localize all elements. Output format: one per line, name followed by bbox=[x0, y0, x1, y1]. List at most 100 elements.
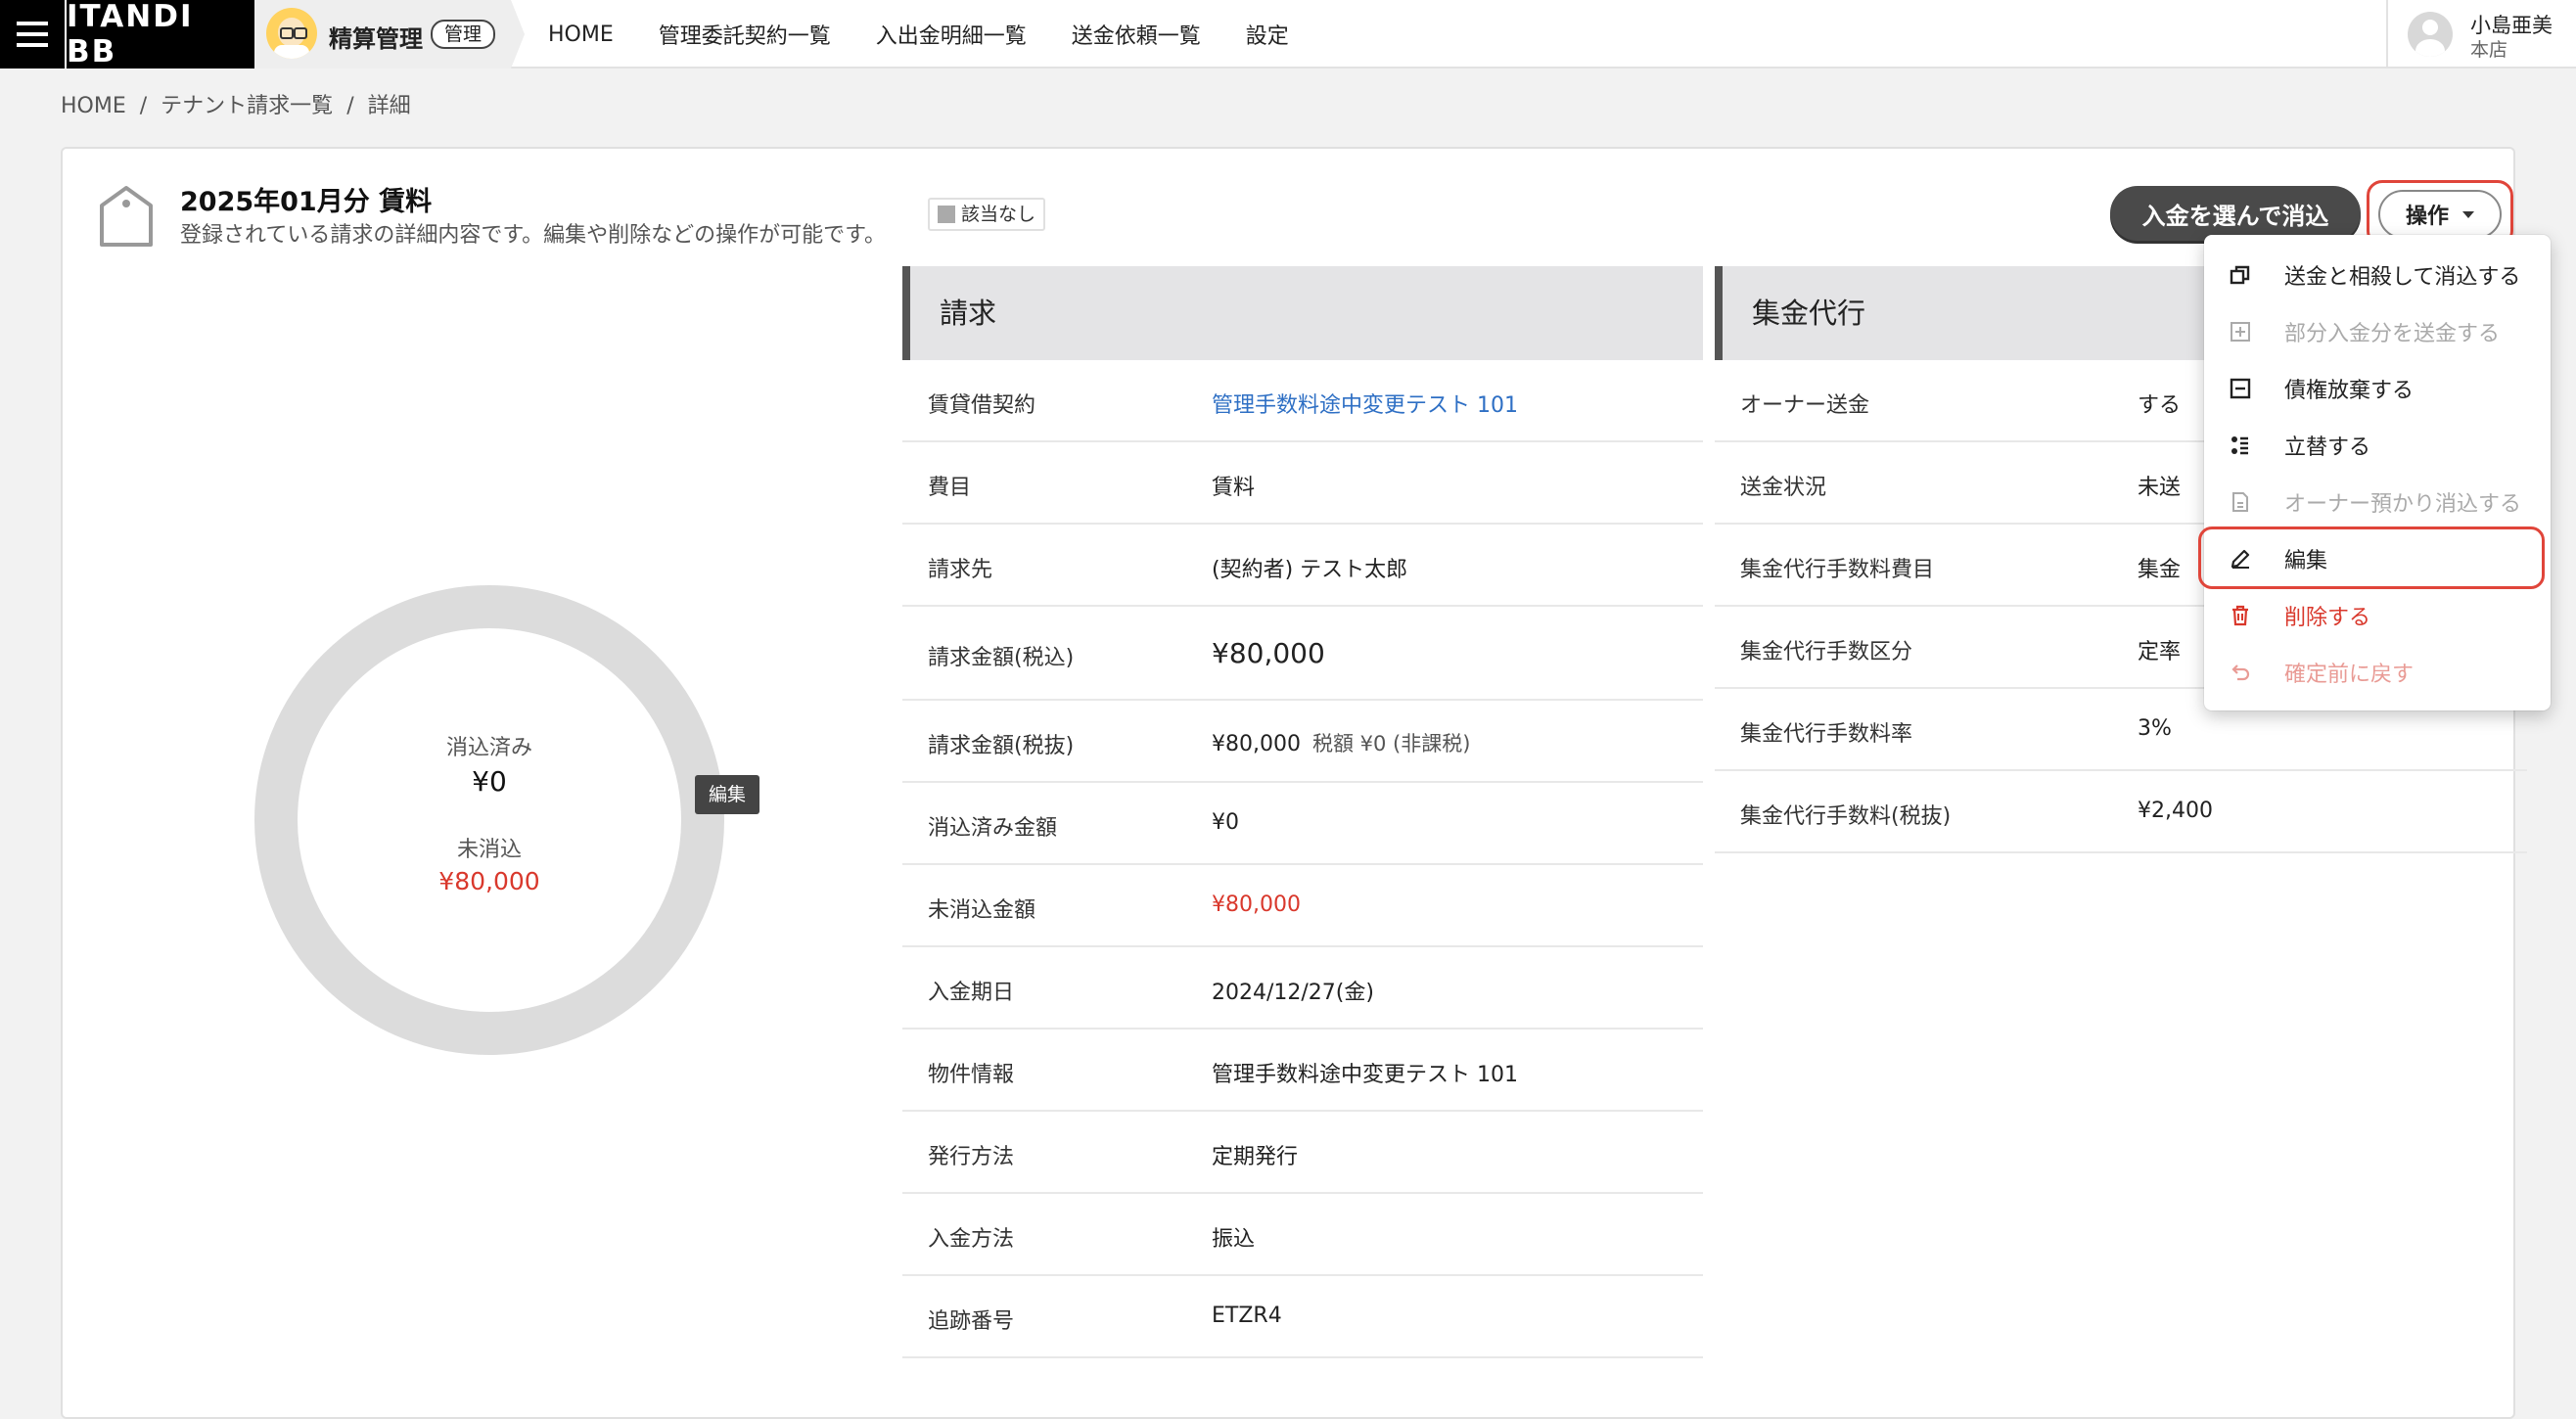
breadcrumb-detail: 詳細 bbox=[367, 94, 411, 118]
billing-row: 費目 賃料 bbox=[902, 442, 1703, 525]
menu-item-label: 削除する bbox=[2284, 606, 2371, 630]
menu-item-trash[interactable]: 削除する bbox=[2204, 587, 2551, 644]
collection-row: 集金代行手数料(税抜) ¥2,400 bbox=[1715, 771, 2527, 853]
breadcrumb-home[interactable]: HOME bbox=[61, 94, 126, 118]
billing-row: 入金期日 2024/12/27(金) bbox=[902, 947, 1703, 1030]
trash-icon bbox=[2230, 605, 2251, 626]
main-nav: HOME 管理委託契約一覧 入出金明細一覧 送金依頼一覧 設定 bbox=[548, 0, 1334, 69]
reconciled-label: 消込済み bbox=[445, 736, 532, 760]
billing-row: 物件情報 管理手数料途中変更テスト 101 bbox=[902, 1030, 1703, 1112]
itandi-logo[interactable]: ITANDI BB bbox=[67, 0, 254, 69]
app-badge: 管理 bbox=[431, 20, 496, 49]
undo-icon bbox=[2230, 662, 2251, 683]
menu-item-minus-box[interactable]: 債権放棄する bbox=[2204, 360, 2551, 417]
billing-row-value: 管理手数料途中変更テスト 101 bbox=[1212, 1063, 1518, 1087]
top-header: ITANDI BB 精算管理 管理 HOME 管理委託契約一覧 入出金明細一覧 … bbox=[0, 0, 2576, 69]
operations-menu: 送金と相殺して消込する 部分入金分を送金する 債権放棄する 立替するオーナー預かり消込… bbox=[2204, 235, 2551, 710]
billing-row: 請求先 (契約者) テスト太郎 bbox=[902, 525, 1703, 607]
app-avatar-icon bbox=[266, 8, 317, 59]
page-title: 2025年01月分 賃料 bbox=[180, 187, 433, 217]
billing-detail-card: 2025年01月分 賃料 登録されている請求の詳細内容です。編集や削除などの操作… bbox=[61, 147, 2527, 1419]
billing-row: 発行方法 定期発行 bbox=[902, 1112, 1703, 1194]
billing-row: 入金方法 振込 bbox=[902, 1194, 1703, 1276]
plus-box-icon bbox=[2230, 321, 2251, 343]
collection-row-value: 定率 bbox=[2138, 640, 2182, 664]
collection-row-label: 集金代行手数区分 bbox=[1740, 640, 1913, 664]
collection-row-label: 集金代行手数料費目 bbox=[1740, 558, 1935, 582]
menu-item-label: 債権放棄する bbox=[2284, 379, 2415, 403]
billing-row-value: (契約者) テスト太郎 bbox=[1212, 558, 1408, 582]
status-badge: 該当なし bbox=[928, 198, 1046, 231]
billing-row-value: ¥80,000 bbox=[1212, 637, 1325, 669]
billing-row-value: 定期発行 bbox=[1212, 1145, 1299, 1169]
user-avatar-icon bbox=[2408, 12, 2453, 57]
billing-row-label: 請求金額(税抜) bbox=[928, 734, 1075, 758]
collection-row-label: 集金代行手数料率 bbox=[1740, 722, 1913, 747]
billing-row-label: 消込済み金額 bbox=[928, 816, 1058, 841]
billing-row: 請求金額(税抜) ¥80,000 税額 ¥0 (非課税) bbox=[902, 701, 1703, 783]
nav-settings[interactable]: 設定 bbox=[1246, 19, 1289, 50]
billing-row: 賃貸借契約 管理手数料途中変更テスト 101 bbox=[902, 360, 1703, 442]
collection-row-label: 送金状況 bbox=[1740, 476, 1827, 500]
billing-row-label: 請求先 bbox=[928, 558, 993, 582]
billing-row-value: 2024/12/27(金) bbox=[1212, 981, 1374, 1005]
menu-item-undo: 確定前に戻す bbox=[2204, 644, 2551, 701]
billing-row-label: 発行方法 bbox=[928, 1145, 1015, 1169]
select-payment-reconcile-button[interactable]: 入金を選んで消込 bbox=[2110, 186, 2361, 241]
billing-row-value: ¥80,000 税額 ¥0 (非課税) bbox=[1212, 732, 1471, 756]
nav-home[interactable]: HOME bbox=[548, 23, 614, 47]
menu-item-document: オーナー預かり消込する bbox=[2204, 474, 2551, 530]
billing-row-label: 入金方法 bbox=[928, 1227, 1015, 1252]
billing-row-value: ETZR4 bbox=[1212, 1304, 1282, 1328]
edit-tooltip: 編集 bbox=[695, 775, 759, 814]
hamburger-menu-icon[interactable] bbox=[0, 0, 65, 69]
menu-item-transfer[interactable]: 立替する bbox=[2204, 417, 2551, 474]
billing-table: 賃貸借契約 管理手数料途中変更テスト 101 費目 賃料 請求先 (契約者) テスト太郎請… bbox=[902, 360, 1703, 1358]
unreconciled-label: 未消込 bbox=[456, 838, 522, 862]
billing-row-label: 入金期日 bbox=[928, 981, 1015, 1005]
billing-row-label: 追跡番号 bbox=[928, 1309, 1015, 1334]
menu-item-label: 部分入金分を送金する bbox=[2284, 322, 2501, 346]
billing-section-header: 請求 bbox=[902, 266, 1703, 360]
tax-note: 税額 ¥0 (非課税) bbox=[1311, 732, 1471, 755]
page-subtitle: 登録されている請求の詳細内容です。編集や削除などの操作が可能です。 bbox=[180, 223, 886, 248]
billing-row-label: 物件情報 bbox=[928, 1063, 1015, 1087]
billing-row-value: ¥0 bbox=[1212, 810, 1239, 835]
menu-item-plus-box: 部分入金分を送金する bbox=[2204, 303, 2551, 360]
collection-row-label: オーナー送金 bbox=[1740, 393, 1870, 418]
billing-row-value: ¥80,000 bbox=[1212, 893, 1301, 917]
billing-row-label: 請求金額(税込) bbox=[928, 646, 1075, 670]
menu-item-label: 送金と相殺して消込する bbox=[2284, 265, 2521, 290]
minus-box-icon bbox=[2230, 378, 2251, 399]
user-menu[interactable]: 小島亜美 本店 bbox=[2386, 0, 2576, 69]
menu-item-label: 確定前に戻す bbox=[2284, 663, 2415, 687]
menu-item-label: 立替する bbox=[2284, 435, 2371, 460]
app-switcher[interactable]: 精算管理 管理 bbox=[254, 0, 525, 69]
document-icon bbox=[2230, 491, 2251, 513]
billing-row-value[interactable]: 管理手数料途中変更テスト 101 bbox=[1212, 388, 1518, 419]
nav-transactions[interactable]: 入出金明細一覧 bbox=[876, 19, 1027, 50]
billing-row: 未消込金額 ¥80,000 bbox=[902, 865, 1703, 947]
billing-row: 追跡番号 ETZR4 bbox=[902, 1276, 1703, 1358]
reconciliation-donut-chart bbox=[254, 585, 724, 1055]
reconciled-value: ¥0 bbox=[472, 765, 507, 798]
billing-row-value: 振込 bbox=[1212, 1227, 1256, 1252]
transfer-icon bbox=[2230, 435, 2251, 456]
collection-row-label: 集金代行手数料(税抜) bbox=[1740, 804, 1952, 829]
unreconciled-value: ¥80,000 bbox=[438, 867, 540, 895]
billing-row-label: 賃貸借契約 bbox=[928, 393, 1036, 418]
billing-row-label: 費目 bbox=[928, 476, 972, 500]
menu-item-copy[interactable]: 送金と相殺して消込する bbox=[2204, 247, 2551, 303]
tag-icon bbox=[100, 186, 153, 247]
copy-icon bbox=[2230, 264, 2251, 286]
menu-item-label: オーナー預かり消込する bbox=[2284, 492, 2522, 517]
nav-remittance-requests[interactable]: 送金依頼一覧 bbox=[1072, 19, 1201, 50]
collection-row-value: 3% bbox=[2138, 716, 2172, 741]
breadcrumb: HOME / テナント請求一覧 / 詳細 bbox=[61, 94, 411, 118]
app-name: 精算管理 bbox=[329, 25, 423, 53]
billing-row-label: 未消込金額 bbox=[928, 898, 1036, 923]
collection-row-value: 未送 bbox=[2138, 476, 2182, 500]
nav-management-contracts[interactable]: 管理委託契約一覧 bbox=[659, 19, 831, 50]
billing-row-value: 賃料 bbox=[1212, 476, 1256, 500]
breadcrumb-tenant-billing-list[interactable]: テナント請求一覧 bbox=[161, 94, 333, 118]
